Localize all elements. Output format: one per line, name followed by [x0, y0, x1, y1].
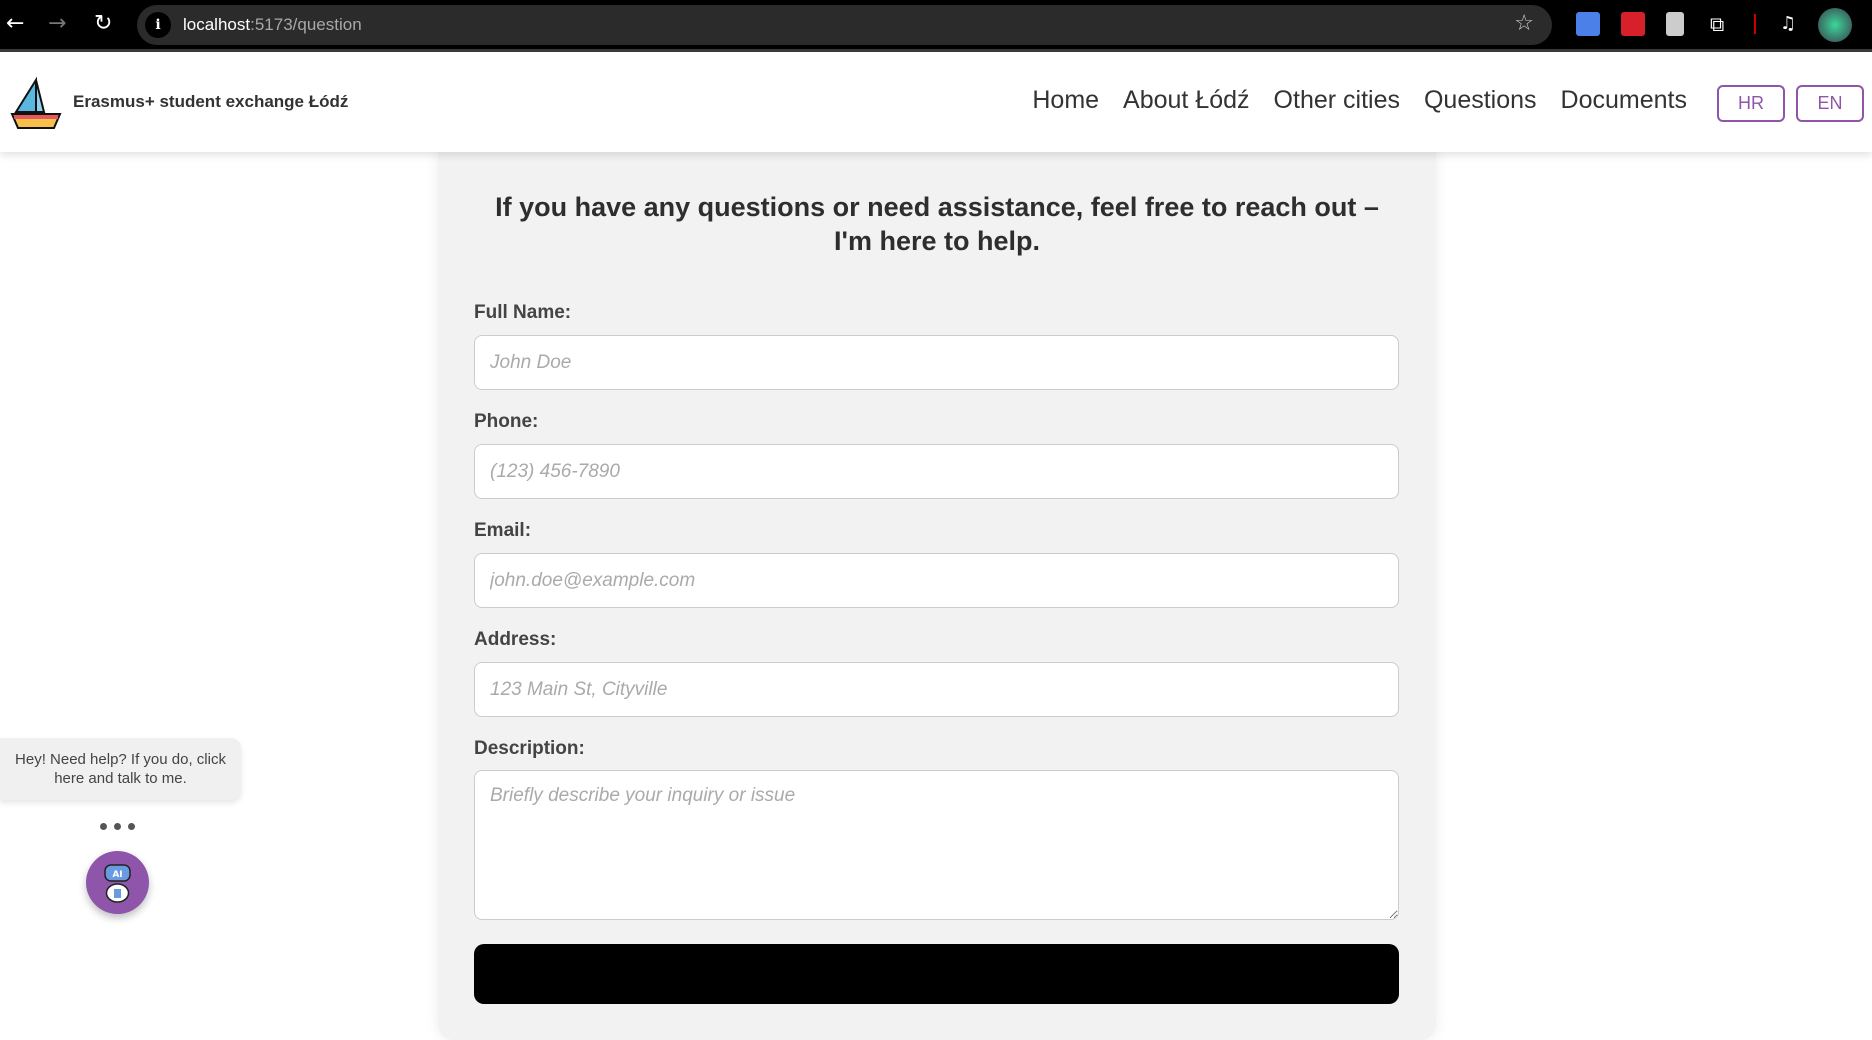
nav-home[interactable]: Home	[1032, 86, 1099, 115]
url-text: localhost:5173/question	[183, 15, 362, 34]
description-textarea[interactable]	[474, 770, 1399, 920]
chatbot-button[interactable]: AI	[86, 851, 149, 914]
nav-other-cities[interactable]: Other cities	[1274, 86, 1400, 115]
phone-input[interactable]	[474, 444, 1399, 499]
chat-prompt-bubble[interactable]: Hey! Need help? If you do, click here an…	[0, 738, 241, 800]
lang-hr-button[interactable]: HR	[1717, 85, 1785, 122]
extensions-puzzle-icon[interactable]: ⧉	[1710, 10, 1724, 38]
lang-en-button[interactable]: EN	[1796, 85, 1864, 122]
translate-extension-icon[interactable]	[1576, 12, 1600, 36]
divider	[1754, 14, 1756, 34]
submit-button[interactable]	[474, 944, 1399, 1004]
full-name-input[interactable]	[474, 335, 1399, 390]
reload-icon[interactable]: ↻	[94, 10, 112, 38]
nav-documents[interactable]: Documents	[1561, 86, 1687, 115]
bookmark-star-icon[interactable]: ☆	[1514, 11, 1534, 36]
nav-about-lodz[interactable]: About Łódź	[1123, 86, 1250, 115]
ai-robot-icon: AI	[104, 864, 131, 903]
typing-dots-icon	[100, 823, 135, 830]
sailboat-logo-icon[interactable]	[8, 76, 62, 130]
profile-avatar[interactable]	[1818, 8, 1852, 42]
document-extension-icon[interactable]	[1666, 12, 1684, 36]
svg-text:AI: AI	[112, 870, 122, 880]
address-bar[interactable]: i localhost:5173/question ☆	[137, 5, 1552, 45]
forward-icon[interactable]: →	[48, 10, 66, 38]
address-input[interactable]	[474, 662, 1399, 717]
back-icon[interactable]: ←	[6, 10, 24, 38]
address-label: Address:	[474, 629, 557, 650]
site-header: Erasmus+ student exchange Łódź Home Abou…	[0, 52, 1872, 152]
mendeley-extension-icon[interactable]	[1621, 12, 1645, 36]
nav-questions[interactable]: Questions	[1424, 86, 1537, 115]
site-info-icon[interactable]: i	[145, 12, 171, 38]
phone-label: Phone:	[474, 411, 539, 432]
main-nav: Home About Łódź Other cities Questions D…	[1032, 86, 1687, 115]
media-queue-icon[interactable]: ♫	[1780, 10, 1796, 38]
email-label: Email:	[474, 520, 532, 541]
description-label: Description:	[474, 738, 585, 759]
email-input[interactable]	[474, 553, 1399, 608]
brand-title[interactable]: Erasmus+ student exchange Łódź	[73, 92, 348, 112]
browser-toolbar: ← → ↻ i localhost:5173/question ☆ ⧉ ♫	[0, 0, 1872, 52]
full-name-label: Full Name:	[474, 302, 572, 323]
form-heading: If you have any questions or need assist…	[495, 192, 1379, 256]
question-form: If you have any questions or need assist…	[438, 140, 1436, 1040]
